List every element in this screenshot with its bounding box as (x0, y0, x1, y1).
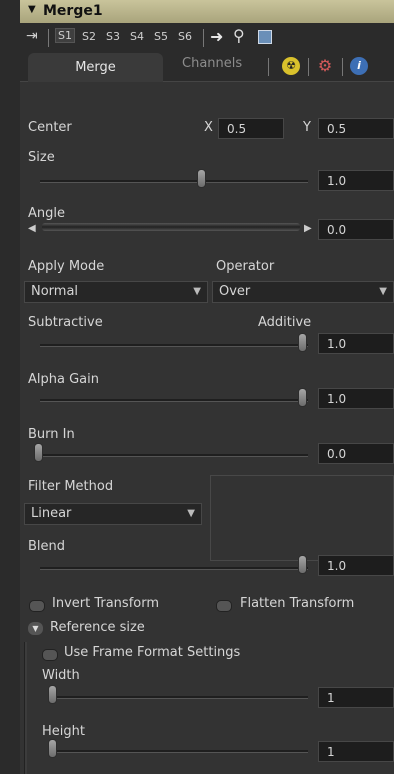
center-x-field[interactable]: 0.5 (218, 118, 284, 139)
subtractive-label: Subtractive (28, 315, 103, 330)
burn-in-label: Burn In (28, 427, 75, 442)
divider (268, 58, 269, 76)
height-field[interactable]: 1 (318, 741, 394, 762)
size-slider-track[interactable] (40, 180, 308, 183)
angle-right-arrow-icon[interactable]: ▶ (304, 223, 312, 234)
toolbar: ⇥ S1 S2 S3 S4 S5 S6 ➜ ⚲ (20, 23, 394, 53)
center-y-label: Y (303, 120, 311, 135)
burn-in-field[interactable]: 0.0 (318, 443, 394, 464)
size-field[interactable]: 1.0 (318, 170, 394, 191)
use-frame-format-label: Use Frame Format Settings (64, 645, 241, 660)
width-label: Width (42, 668, 80, 683)
center-y-field[interactable]: 0.5 (318, 118, 394, 139)
invert-transform-checkbox[interactable] (29, 600, 45, 612)
center-label: Center (28, 120, 72, 135)
width-slider-thumb[interactable] (48, 685, 57, 704)
apply-mode-label: Apply Mode (28, 259, 105, 274)
tab-channels[interactable]: Channels (182, 56, 242, 71)
angle-label: Angle (28, 206, 65, 221)
center-x-label: X (204, 120, 213, 135)
group-indent-bar (24, 642, 27, 774)
reference-size-expand-icon[interactable]: ▼ (28, 622, 43, 635)
flatten-transform-label: Flatten Transform (240, 596, 355, 611)
operator-value: Over (219, 284, 251, 299)
alpha-gain-label: Alpha Gain (28, 372, 99, 387)
gear-icon[interactable]: ⚙ (316, 57, 334, 75)
sub-add-slider-thumb[interactable] (298, 333, 307, 352)
divider (203, 29, 204, 47)
width-field[interactable]: 1 (318, 687, 394, 708)
sub-add-field[interactable]: 1.0 (318, 333, 394, 354)
chevron-down-icon: ▼ (379, 286, 387, 297)
controls-panel: Center X 0.5 Y 0.5 Size 1.0 Angle ◀ ▶ 0.… (20, 82, 394, 774)
chevron-down-icon: ▼ (187, 508, 195, 519)
pin-icon[interactable]: ⇥ (26, 28, 38, 44)
key-icon[interactable]: ⚲ (233, 26, 245, 45)
tab-merge[interactable]: Merge (28, 53, 163, 82)
alpha-gain-slider-thumb[interactable] (298, 388, 307, 407)
slot-button-s2[interactable]: S2 (82, 30, 96, 43)
divider (342, 58, 343, 76)
alpha-gain-slider-track[interactable] (40, 399, 308, 402)
reference-size-label: Reference size (50, 620, 145, 635)
radioactive-icon[interactable]: ☢ (282, 57, 300, 75)
slot-button-s3[interactable]: S3 (106, 30, 120, 43)
node-title: Merge1 (43, 3, 103, 19)
flatten-transform-checkbox[interactable] (216, 600, 232, 612)
height-label: Height (42, 724, 85, 739)
node-header[interactable]: ▼ Merge1 (20, 0, 394, 24)
operator-dropdown[interactable]: Over ▼ (212, 281, 394, 303)
apply-mode-dropdown[interactable]: Normal ▼ (24, 281, 208, 303)
filter-method-dropdown[interactable]: Linear ▼ (24, 503, 202, 525)
apply-mode-value: Normal (31, 284, 79, 299)
save-icon[interactable] (258, 30, 272, 44)
blend-slider-thumb[interactable] (298, 555, 307, 574)
chevron-down-icon: ▼ (193, 286, 201, 297)
filter-method-value: Linear (31, 506, 72, 521)
slot-button-s5[interactable]: S5 (154, 30, 168, 43)
angle-thumbwheel[interactable] (42, 223, 300, 231)
slot-button-s4[interactable]: S4 (130, 30, 144, 43)
divider (308, 58, 309, 76)
size-slider-thumb[interactable] (197, 169, 206, 188)
filter-preview-box (210, 475, 394, 561)
use-frame-format-checkbox[interactable] (42, 649, 58, 661)
width-slider-track[interactable] (54, 696, 308, 699)
slot-button-s6[interactable]: S6 (178, 30, 192, 43)
collapse-triangle-icon[interactable]: ▼ (28, 4, 36, 15)
blend-slider-track[interactable] (40, 567, 308, 570)
blend-field[interactable]: 1.0 (318, 555, 394, 576)
operator-label: Operator (216, 259, 275, 274)
info-icon[interactable]: i (350, 57, 368, 75)
blend-label: Blend (28, 539, 66, 554)
alpha-gain-field[interactable]: 1.0 (318, 388, 394, 409)
size-label: Size (28, 150, 55, 165)
height-slider-thumb[interactable] (48, 739, 57, 758)
slot-button-s1[interactable]: S1 (55, 28, 75, 43)
angle-left-arrow-icon[interactable]: ◀ (28, 223, 36, 234)
invert-transform-label: Invert Transform (52, 596, 160, 611)
filter-method-label: Filter Method (28, 479, 114, 494)
sub-add-slider-track[interactable] (40, 344, 308, 347)
height-slider-track[interactable] (54, 750, 308, 753)
angle-field[interactable]: 0.0 (318, 219, 394, 240)
divider (48, 29, 49, 47)
burn-in-slider-thumb[interactable] (34, 443, 43, 462)
additive-label: Additive (258, 315, 312, 330)
arrow-right-icon[interactable]: ➜ (210, 27, 223, 46)
burn-in-slider-track[interactable] (40, 454, 308, 457)
tab-bar: Merge Channels ☢ ⚙ i (20, 53, 394, 82)
